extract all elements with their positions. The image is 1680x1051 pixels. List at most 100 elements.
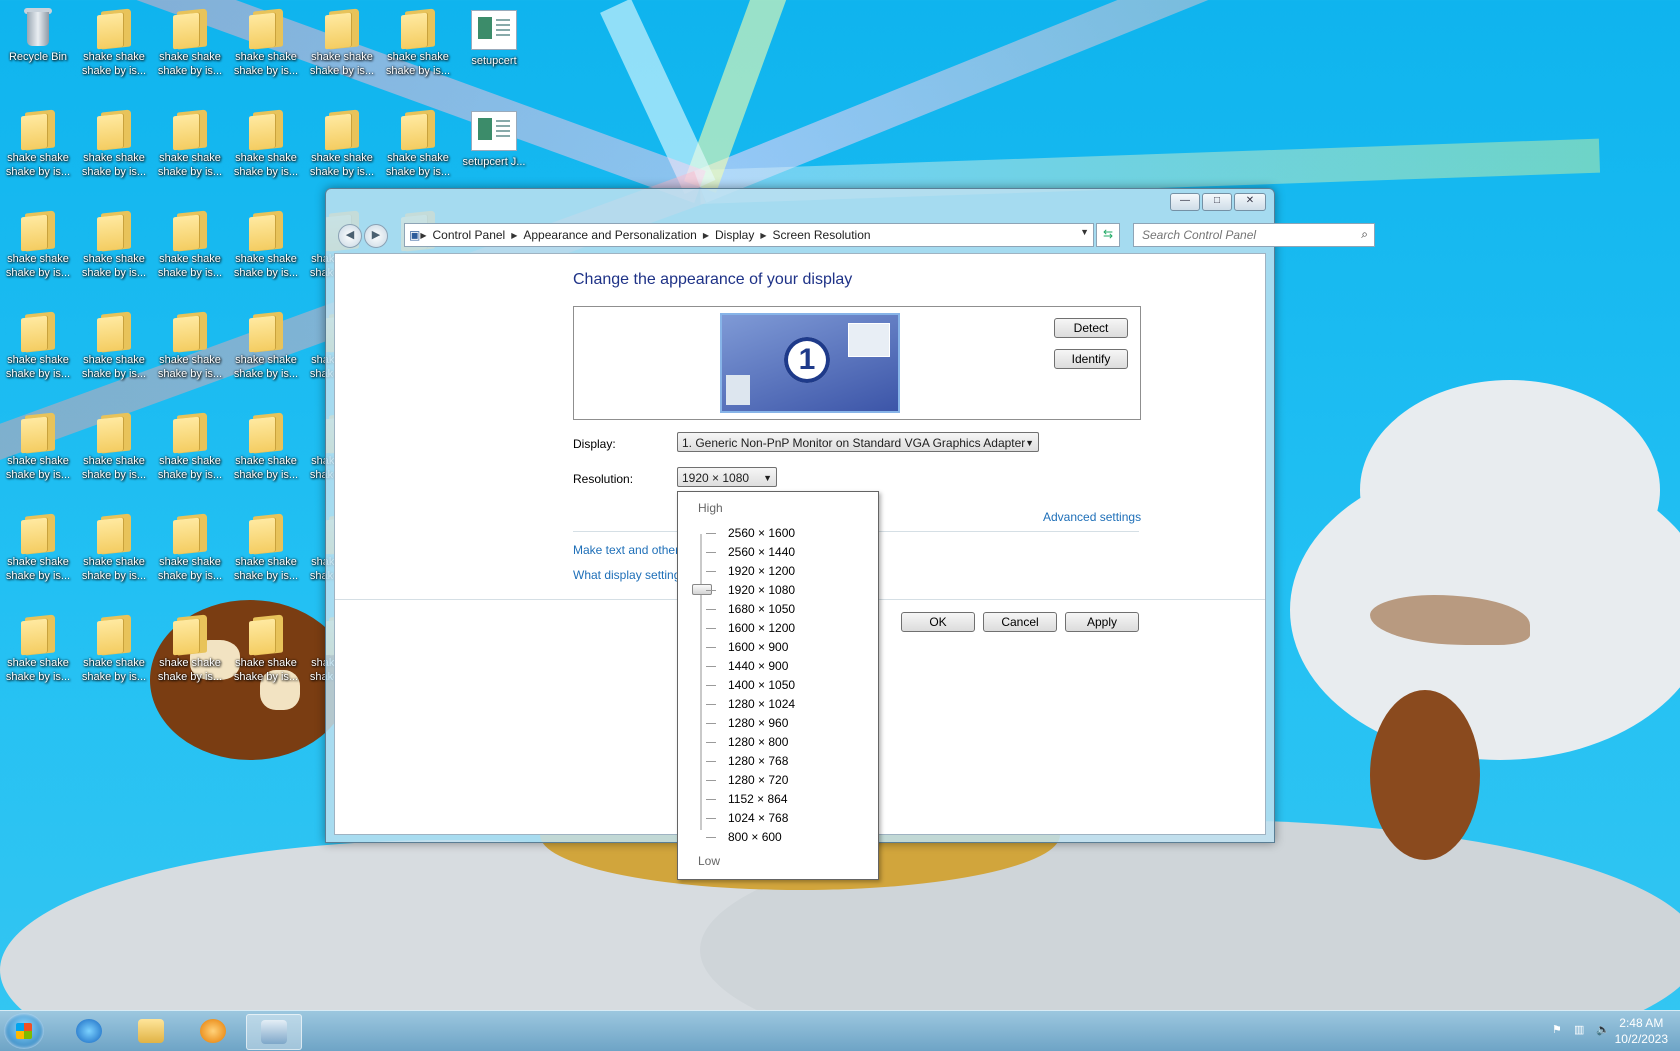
breadcrumb-screen-resolution[interactable]: Screen Resolution bbox=[773, 228, 871, 242]
folder-label: shake shake bbox=[159, 253, 221, 265]
folder-icon[interactable]: shake shake shake by is... bbox=[76, 303, 152, 381]
search-icon[interactable]: ⌕ bbox=[1361, 227, 1368, 242]
folder-icon[interactable]: shake shake shake by is... bbox=[152, 505, 228, 583]
resolution-option[interactable]: 1280 × 1024 bbox=[678, 695, 878, 714]
address-bar[interactable]: ▣ ▶ Control Panel ▶ Appearance and Perso… bbox=[404, 223, 1094, 247]
resolution-option[interactable]: 1600 × 1200 bbox=[678, 619, 878, 638]
file-explorer-icon[interactable] bbox=[124, 1014, 178, 1048]
folder-label: shake by is... bbox=[81, 570, 147, 582]
folder-icon[interactable]: shake shake shake by is... bbox=[0, 101, 76, 179]
resolution-option[interactable]: 1280 × 768 bbox=[678, 752, 878, 771]
display-select[interactable]: 1. Generic Non-PnP Monitor on Standard V… bbox=[677, 432, 1039, 452]
make-text-larger-link[interactable]: Make text and other bbox=[573, 543, 679, 557]
folder-icon[interactable]: shake shake shake by is... bbox=[0, 606, 76, 684]
advanced-settings-link[interactable]: Advanced settings bbox=[1043, 510, 1141, 524]
resolution-option[interactable]: 1152 × 864 bbox=[678, 790, 878, 809]
folder-label: shake shake bbox=[387, 51, 449, 63]
address-dropdown-icon[interactable]: ▼ bbox=[1080, 227, 1089, 237]
folder-icon[interactable]: shake shake shake by is... bbox=[228, 303, 304, 381]
folder-icon[interactable]: shake shake shake by is... bbox=[228, 404, 304, 482]
breadcrumb-appearance[interactable]: Appearance and Personalization bbox=[523, 228, 696, 242]
folder-icon[interactable]: shake shake shake by is... bbox=[304, 101, 380, 179]
folder-icon[interactable]: shake shake shake by is... bbox=[228, 0, 304, 78]
display-label: Display: bbox=[573, 437, 616, 451]
back-button[interactable]: ◀ bbox=[338, 224, 362, 248]
folder-icon[interactable]: shake shake shake by is... bbox=[380, 0, 456, 78]
control-panel-icon[interactable] bbox=[246, 1014, 302, 1050]
folder-label: shake by is... bbox=[157, 166, 223, 178]
search-input[interactable] bbox=[1140, 227, 1344, 243]
folder-label: shake shake bbox=[311, 152, 373, 164]
folder-icon[interactable]: shake shake shake by is... bbox=[152, 606, 228, 684]
resolution-option[interactable]: 1440 × 900 bbox=[678, 657, 878, 676]
chevron-down-icon: ▼ bbox=[1025, 438, 1034, 448]
resolution-select[interactable]: 1920 × 1080 ▼ bbox=[677, 467, 777, 487]
breadcrumb-display[interactable]: Display bbox=[715, 228, 754, 242]
folder-icon[interactable]: shake shake shake by is... bbox=[152, 0, 228, 78]
folder-icon[interactable]: shake shake shake by is... bbox=[76, 404, 152, 482]
folder-icon[interactable]: shake shake shake by is... bbox=[76, 505, 152, 583]
volume-muted-icon[interactable]: 🔈 bbox=[1596, 1023, 1610, 1037]
folder-icon[interactable]: shake shake shake by is... bbox=[0, 505, 76, 583]
folder-icon[interactable]: shake shake shake by is... bbox=[228, 101, 304, 179]
resolution-option[interactable]: 2560 × 1600 bbox=[678, 524, 878, 543]
folder-icon[interactable]: shake shake shake by is... bbox=[304, 0, 380, 78]
setupcert2-icon[interactable]: setupcert J... bbox=[456, 101, 532, 169]
search-box[interactable]: ⌕ bbox=[1133, 223, 1375, 247]
clock[interactable]: 2:48 AM 10/2/2023 bbox=[1615, 1015, 1668, 1047]
resolution-option[interactable]: 1400 × 1050 bbox=[678, 676, 878, 695]
media-player-icon[interactable] bbox=[186, 1014, 240, 1048]
folder-icon[interactable]: shake shake shake by is... bbox=[228, 505, 304, 583]
resolution-option[interactable]: 1920 × 1200 bbox=[678, 562, 878, 581]
resolution-option[interactable]: 1024 × 768 bbox=[678, 809, 878, 828]
network-icon[interactable]: ▥ bbox=[1574, 1023, 1588, 1037]
close-button[interactable]: ✕ bbox=[1234, 193, 1266, 211]
action-center-flag-icon[interactable]: ⚑ bbox=[1552, 1023, 1566, 1037]
clock-date: 10/2/2023 bbox=[1614, 1032, 1668, 1046]
forward-button[interactable]: ▶ bbox=[364, 224, 388, 248]
folder-icon[interactable]: shake shake shake by is... bbox=[228, 202, 304, 280]
folder-icon[interactable]: shake shake shake by is... bbox=[76, 202, 152, 280]
monitor-1-thumbnail[interactable]: 1 bbox=[720, 313, 900, 413]
resolution-option[interactable]: 800 × 600 bbox=[678, 828, 878, 847]
folder-label: shake by is... bbox=[5, 267, 71, 279]
resolution-option[interactable]: 1680 × 1050 bbox=[678, 600, 878, 619]
recycle-bin-icon[interactable]: Recycle Bin bbox=[0, 0, 76, 64]
setupcert2-label: setupcert J... bbox=[462, 156, 526, 168]
resolution-option[interactable]: 1280 × 800 bbox=[678, 733, 878, 752]
folder-label: shake shake bbox=[83, 556, 145, 568]
detect-button[interactable]: Detect bbox=[1054, 318, 1128, 338]
folder-icon[interactable]: shake shake shake by is... bbox=[228, 606, 304, 684]
setupcert-icon[interactable]: setupcert bbox=[456, 0, 532, 68]
folder-icon[interactable]: shake shake shake by is... bbox=[76, 0, 152, 78]
folder-icon[interactable]: shake shake shake by is... bbox=[76, 101, 152, 179]
internet-explorer-icon[interactable] bbox=[62, 1014, 116, 1048]
folder-label: shake by is... bbox=[81, 368, 147, 380]
folder-icon[interactable]: shake shake shake by is... bbox=[76, 606, 152, 684]
folder-label: shake shake bbox=[235, 253, 297, 265]
resolution-option[interactable]: 1600 × 900 bbox=[678, 638, 878, 657]
folder-icon[interactable]: shake shake shake by is... bbox=[0, 202, 76, 280]
cancel-button[interactable]: Cancel bbox=[983, 612, 1057, 632]
resolution-option[interactable]: 2560 × 1440 bbox=[678, 543, 878, 562]
start-orb-icon[interactable] bbox=[4, 1013, 44, 1049]
resolution-option[interactable]: 1920 × 1080 bbox=[678, 581, 878, 600]
folder-icon[interactable]: shake shake shake by is... bbox=[152, 404, 228, 482]
folder-icon[interactable]: shake shake shake by is... bbox=[152, 202, 228, 280]
identify-button[interactable]: Identify bbox=[1054, 349, 1128, 369]
folder-icon[interactable]: shake shake shake by is... bbox=[0, 404, 76, 482]
minimize-button[interactable]: — bbox=[1170, 193, 1200, 211]
apply-button[interactable]: Apply bbox=[1065, 612, 1139, 632]
breadcrumb-control-panel[interactable]: Control Panel bbox=[433, 228, 506, 242]
folder-icon[interactable]: shake shake shake by is... bbox=[152, 101, 228, 179]
refresh-button[interactable]: ⇆ bbox=[1096, 223, 1120, 247]
resolution-option[interactable]: 1280 × 960 bbox=[678, 714, 878, 733]
folder-icon[interactable]: shake shake shake by is... bbox=[152, 303, 228, 381]
what-display-settings-link[interactable]: What display setting bbox=[573, 568, 680, 582]
ok-button[interactable]: OK bbox=[901, 612, 975, 632]
resolution-option[interactable]: 1280 × 720 bbox=[678, 771, 878, 790]
maximize-button[interactable]: □ bbox=[1202, 193, 1232, 211]
folder-icon[interactable]: shake shake shake by is... bbox=[0, 303, 76, 381]
folder-icon[interactable]: shake shake shake by is... bbox=[380, 101, 456, 179]
folder-label: shake by is... bbox=[233, 368, 299, 380]
